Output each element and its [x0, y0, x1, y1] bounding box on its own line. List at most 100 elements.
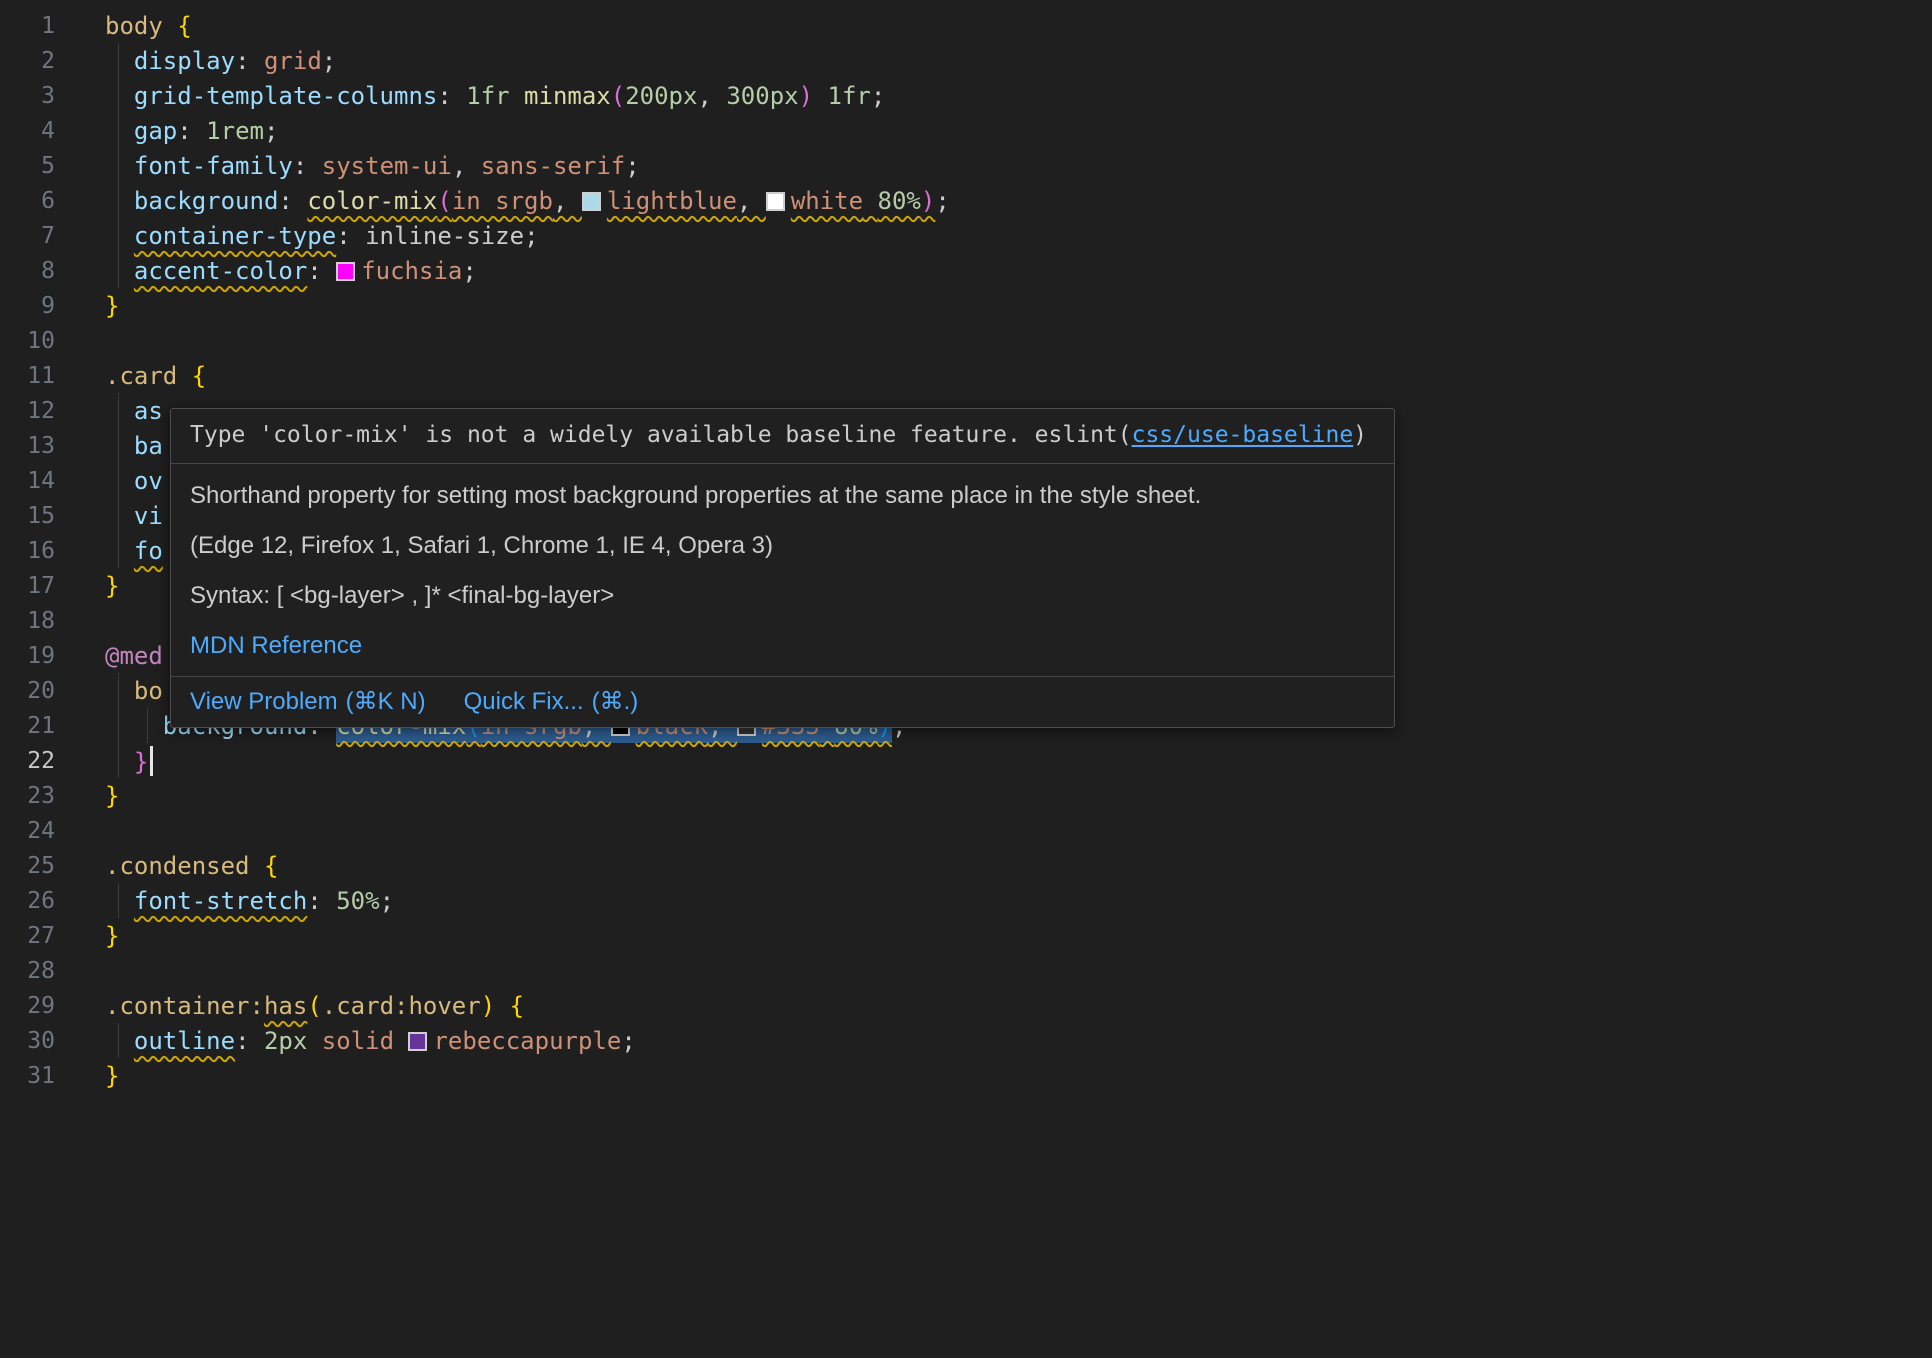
doc-summary: Shorthand property for setting most back…: [171, 471, 1394, 521]
code-line[interactable]: 23}: [0, 778, 1932, 813]
line-number[interactable]: 28: [0, 958, 55, 984]
code-token: sans-serif: [481, 152, 626, 180]
mdn-reference-link[interactable]: MDN Reference: [171, 621, 1394, 671]
code-token: [495, 992, 509, 1020]
code-token: ;: [621, 1027, 635, 1055]
line-number[interactable]: 20: [0, 678, 55, 704]
code-token: :: [293, 152, 322, 180]
code-token: as: [134, 397, 163, 425]
line-number[interactable]: 16: [0, 538, 55, 564]
code-token: ;: [264, 117, 278, 145]
line-number[interactable]: 24: [0, 818, 55, 844]
code-token: :: [235, 47, 264, 75]
code-token: 50%: [336, 887, 379, 915]
code-line[interactable]: 29 .container:has(.card:hover) {: [0, 988, 1932, 1023]
code-line[interactable]: 11.card {: [0, 358, 1932, 393]
code-token: 200px: [625, 82, 697, 110]
code-token: :: [278, 187, 307, 215]
line-number[interactable]: 15: [0, 503, 55, 529]
eslint-rule-link[interactable]: css/use-baseline: [1132, 422, 1354, 448]
code-token: 300px: [726, 82, 798, 110]
line-number[interactable]: 18: [0, 608, 55, 634]
line-number[interactable]: 3: [0, 83, 55, 109]
line-number[interactable]: 30: [0, 1028, 55, 1054]
code-token: display: [134, 47, 235, 75]
color-swatch[interactable]: [336, 262, 355, 281]
line-number[interactable]: 12: [0, 398, 55, 424]
code-token: font-stretch: [134, 887, 307, 915]
line-number[interactable]: 5: [0, 153, 55, 179]
line-number[interactable]: 8: [0, 258, 55, 284]
line-number[interactable]: 11: [0, 363, 55, 389]
line-number[interactable]: 21: [0, 713, 55, 739]
quick-fix-button[interactable]: Quick Fix...(⌘.): [464, 688, 639, 715]
code-line[interactable]: 9}: [0, 288, 1932, 323]
line-number[interactable]: 14: [0, 468, 55, 494]
code-token: }: [105, 572, 119, 600]
line-number[interactable]: 6: [0, 188, 55, 214]
line-number[interactable]: 7: [0, 223, 55, 249]
code-line[interactable]: 27}: [0, 918, 1932, 953]
line-number[interactable]: 10: [0, 328, 55, 354]
line-number[interactable]: 29: [0, 993, 55, 1019]
line-number[interactable]: 22: [0, 748, 55, 774]
line-number[interactable]: 31: [0, 1063, 55, 1089]
color-swatch[interactable]: [766, 192, 785, 211]
line-content: body {: [105, 12, 192, 40]
code-token: [105, 432, 134, 460]
code-line[interactable]: 6 background: color-mix(in srgb, lightbl…: [0, 183, 1932, 218]
code-line[interactable]: 8 accent-color: fuchsia;: [0, 253, 1932, 288]
code-token: :: [437, 82, 466, 110]
code-line[interactable]: 30 outline: 2px solid rebeccapurple;: [0, 1023, 1932, 1058]
line-number[interactable]: 23: [0, 783, 55, 809]
view-problem-button[interactable]: View Problem(⌘K N): [190, 688, 426, 715]
indent-guide: [147, 708, 148, 743]
code-line[interactable]: 31}: [0, 1058, 1932, 1093]
line-content: .container:has(.card:hover) {: [105, 992, 524, 1020]
code-token: :: [336, 222, 365, 250]
line-number[interactable]: 25: [0, 853, 55, 879]
code-line[interactable]: 26 font-stretch: 50%;: [0, 883, 1932, 918]
code-token: grid-template-columns: [134, 82, 437, 110]
code-token: [105, 467, 134, 495]
tooltip-actions: View Problem(⌘K N) Quick Fix...(⌘.): [171, 677, 1394, 727]
line-number[interactable]: 13: [0, 433, 55, 459]
code-line[interactable]: 28: [0, 953, 1932, 988]
code-token: :: [235, 1027, 264, 1055]
line-content: ov: [105, 467, 163, 495]
line-number[interactable]: 19: [0, 643, 55, 669]
indent-guide: [118, 43, 119, 288]
line-content: }: [105, 782, 119, 810]
code-token: .container:: [105, 992, 264, 1020]
code-line[interactable]: 24: [0, 813, 1932, 848]
code-line[interactable]: 25.condensed {: [0, 848, 1932, 883]
code-token: [105, 82, 134, 110]
code-line[interactable]: 22 }: [0, 743, 1932, 778]
code-token: .card:hover: [322, 992, 481, 1020]
code-line[interactable]: 10: [0, 323, 1932, 358]
line-number[interactable]: 26: [0, 888, 55, 914]
code-line[interactable]: 5 font-family: system-ui, sans-serif;: [0, 148, 1932, 183]
line-number[interactable]: 2: [0, 48, 55, 74]
code-token: [105, 117, 134, 145]
code-token: 1fr: [466, 82, 524, 110]
line-number[interactable]: 9: [0, 293, 55, 319]
code-token: [863, 187, 877, 215]
code-line[interactable]: 1 body {: [0, 8, 1932, 43]
code-token: ;: [524, 222, 538, 250]
line-number[interactable]: 1: [0, 13, 55, 39]
color-swatch[interactable]: [582, 192, 601, 211]
action-label: View Problem: [190, 688, 338, 715]
code-token: system-ui: [322, 152, 452, 180]
code-line[interactable]: 4 gap: 1rem;: [0, 113, 1932, 148]
line-content: ba: [105, 432, 163, 460]
code-line[interactable]: 3 grid-template-columns: 1fr minmax(200p…: [0, 78, 1932, 113]
line-content: vi: [105, 502, 163, 530]
color-swatch[interactable]: [408, 1032, 427, 1051]
line-number[interactable]: 4: [0, 118, 55, 144]
line-number[interactable]: 17: [0, 573, 55, 599]
line-content: fo: [105, 537, 163, 565]
code-line[interactable]: 2 display: grid;: [0, 43, 1932, 78]
code-line[interactable]: 7 container-type: inline-size;: [0, 218, 1932, 253]
line-number[interactable]: 27: [0, 923, 55, 949]
